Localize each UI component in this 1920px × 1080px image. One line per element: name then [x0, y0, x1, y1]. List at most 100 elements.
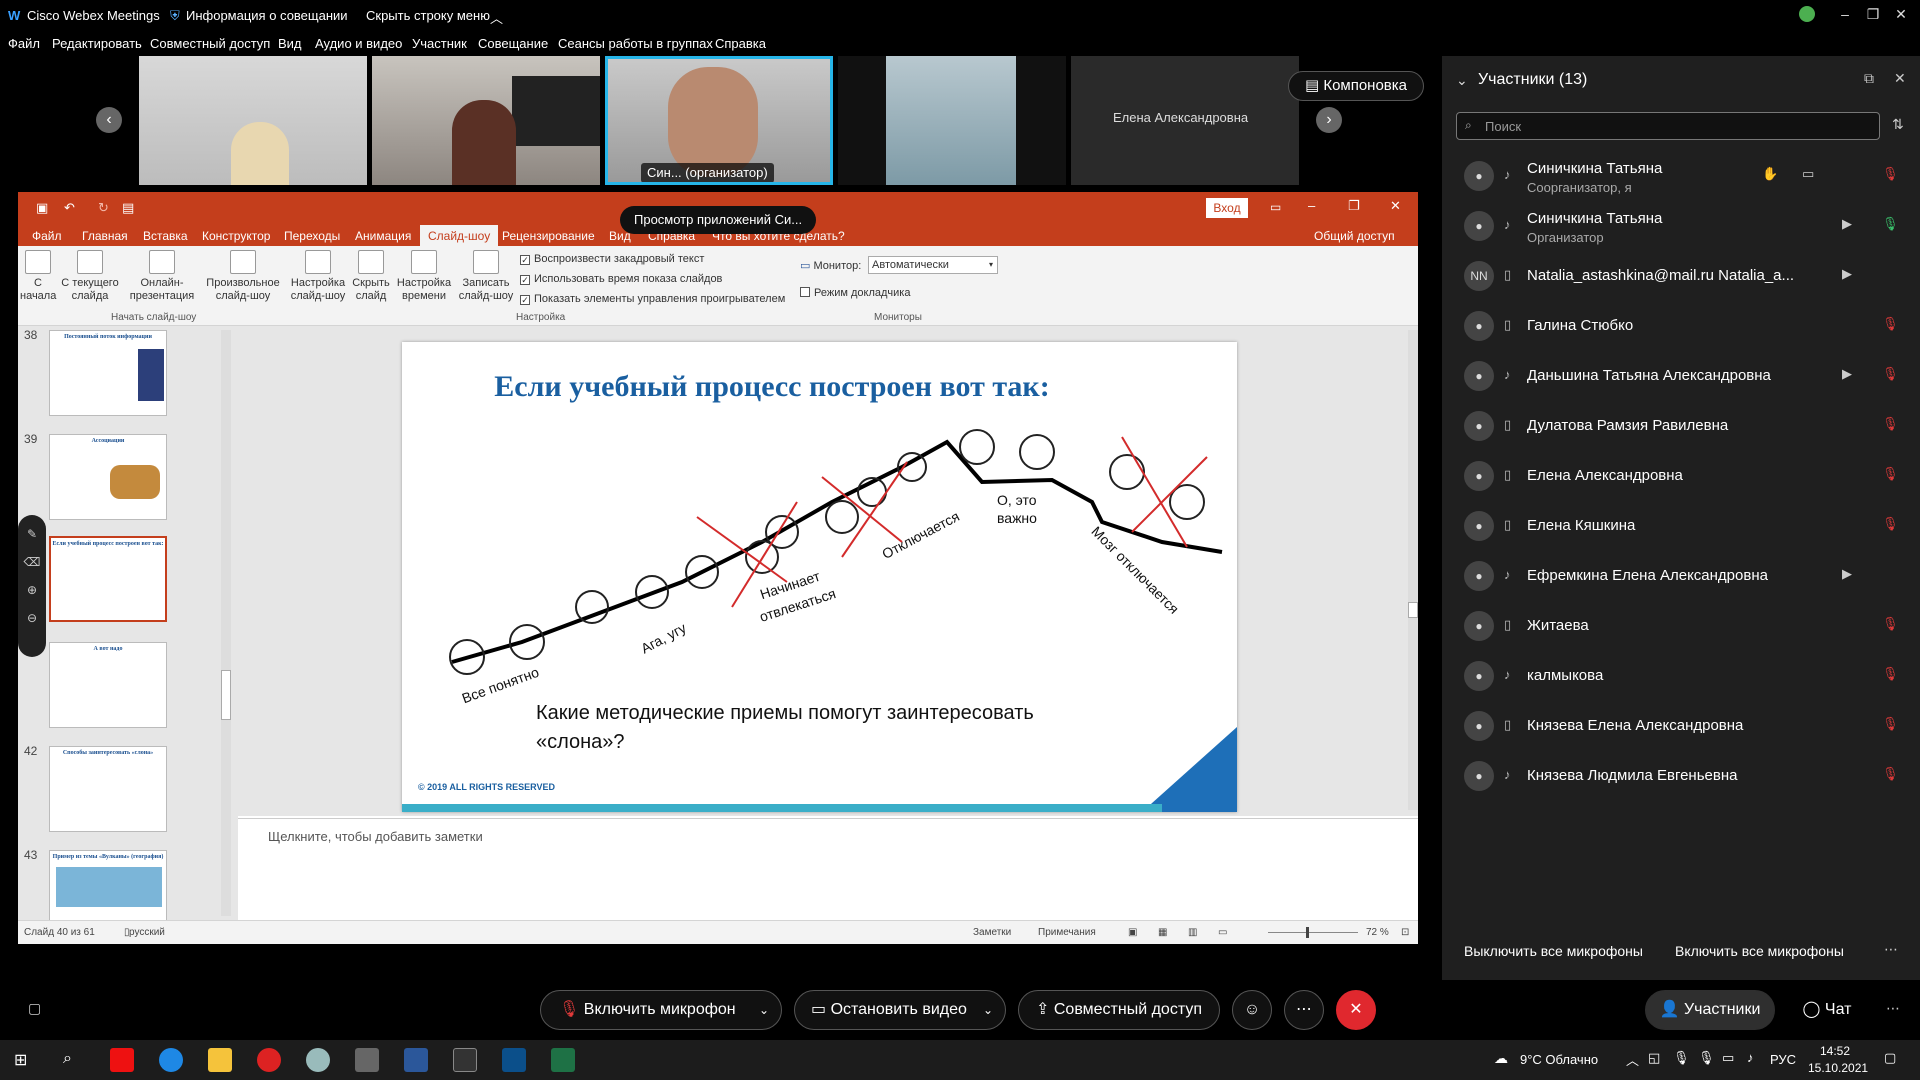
notes-toggle[interactable]: Заметки: [973, 927, 1011, 938]
slide-scrollbar-handle[interactable]: [1408, 602, 1418, 618]
mic-muted-icon[interactable]: 🎙: [1882, 316, 1899, 332]
from-start-button[interactable]: Сначала: [20, 250, 56, 303]
eraser-icon[interactable]: ⌫: [18, 555, 46, 569]
more-options-icon[interactable]: ⋯: [1884, 941, 1898, 958]
excel-icon[interactable]: [551, 1048, 575, 1072]
participant-row[interactable]: ● ▯ Галина Стюбко 🎙: [1442, 301, 1920, 351]
mic-muted-icon[interactable]: 🎙: [1882, 366, 1899, 382]
tray-mic-icon[interactable]: 🎙: [1698, 1050, 1715, 1066]
slide-thumb-41[interactable]: А вот надо: [49, 642, 167, 728]
webex-taskbar-icon[interactable]: [502, 1048, 526, 1072]
chevron-up-icon[interactable]: ︿: [490, 8, 503, 27]
hide-menu-button[interactable]: Скрыть строку меню: [366, 8, 490, 23]
ribbon-display-icon[interactable]: ▭: [1270, 200, 1281, 214]
tab-animation[interactable]: Анимация: [355, 229, 411, 243]
menu-breakout[interactable]: Сеансы работы в группах: [558, 36, 713, 51]
stop-video-button[interactable]: ▭ Остановить видео ⌄: [794, 990, 1006, 1030]
camera-icon[interactable]: ▶: [1842, 216, 1852, 232]
language-status[interactable]: русский: [129, 927, 165, 938]
tab-review[interactable]: Рецензирование: [502, 229, 595, 243]
clock-time[interactable]: 14:52: [1820, 1044, 1850, 1058]
menu-view[interactable]: Вид: [278, 36, 302, 51]
folder-icon[interactable]: [208, 1048, 232, 1072]
ppt-close-icon[interactable]: ✕: [1390, 198, 1401, 214]
mic-muted-icon[interactable]: 🎙: [1882, 516, 1899, 532]
narration-checkbox[interactable]: ✓ Воспроизвести закадровый текст: [520, 253, 704, 265]
search-icon[interactable]: ⌕: [63, 1050, 72, 1068]
thumb-scrollbar[interactable]: [221, 330, 231, 916]
slide-scrollbar[interactable]: [1408, 330, 1418, 810]
slide-thumb-40-selected[interactable]: Если учебный процесс построен вот так:: [49, 536, 167, 622]
current-slide[interactable]: Если учебный процесс построен вот так: В…: [402, 342, 1237, 812]
sort-icon[interactable]: ⇅: [1892, 116, 1904, 133]
mic-muted-icon[interactable]: 🎙: [1882, 416, 1899, 432]
online-presentation-button[interactable]: Онлайн-презентация: [124, 250, 200, 303]
mic-muted-icon[interactable]: 🎙: [1882, 766, 1899, 782]
participant-row[interactable]: ● ♪ Синичкина Татьяна Соорганизатор, я ✋ ▭ 🎙: [1442, 151, 1920, 201]
mic-muted-icon[interactable]: 🎙: [1882, 616, 1899, 632]
mic-muted-icon[interactable]: 🎙: [1882, 666, 1899, 682]
raise-hand-icon[interactable]: ✋: [1762, 166, 1778, 182]
rehearse-timing-button[interactable]: Настройка времени: [394, 250, 454, 303]
save-icon[interactable]: ▣: [36, 200, 48, 216]
participant-row[interactable]: ● ▯ Житаева 🎙: [1442, 601, 1920, 651]
ppt-restore-icon[interactable]: ❐: [1348, 198, 1360, 214]
tab-design[interactable]: Конструктор: [202, 229, 270, 243]
close-panel-icon[interactable]: ✕: [1894, 70, 1906, 87]
custom-slideshow-button[interactable]: Произвольное слайд-шоу: [202, 250, 284, 303]
prev-video-button[interactable]: ‹: [96, 107, 122, 133]
slide-thumb-39[interactable]: Ассоциации: [49, 434, 167, 520]
tray-chevron-icon[interactable]: ︿: [1626, 1050, 1639, 1069]
undo-icon[interactable]: ↶: [64, 200, 75, 216]
leave-meeting-button[interactable]: ✕: [1336, 990, 1376, 1030]
menu-audio-video[interactable]: Аудио и видео: [315, 36, 402, 51]
mic-muted-icon[interactable]: 🎙: [1882, 466, 1899, 482]
menu-participant[interactable]: Участник: [412, 36, 467, 51]
participant-row[interactable]: ● ♪ калмыкова 🎙: [1442, 651, 1920, 701]
participant-row[interactable]: NN ▯ Natalia_astashkina@mail.ru Natalia_a.…: [1442, 251, 1920, 301]
zoom-slider[interactable]: [1268, 927, 1358, 938]
tab-file[interactable]: Файл: [32, 229, 62, 243]
clock-date[interactable]: 15.10.2021: [1808, 1061, 1868, 1075]
more-button[interactable]: ⋯: [1284, 990, 1324, 1030]
tray-mic-icon[interactable]: 🎙: [1673, 1050, 1690, 1066]
ppt-minimize-icon[interactable]: –: [1308, 198, 1315, 213]
mic-muted-icon[interactable]: 🎙: [1882, 166, 1899, 182]
menu-file[interactable]: Файл: [8, 36, 40, 51]
reactions-button[interactable]: ☺: [1232, 990, 1272, 1030]
close-icon[interactable]: ✕: [1884, 0, 1918, 30]
popout-icon[interactable]: ⧉: [1864, 70, 1874, 87]
participant-row[interactable]: ● ♪ Даньшина Татьяна Александровна ▶ 🎙: [1442, 351, 1920, 401]
zoom-slider-handle[interactable]: [1306, 927, 1309, 938]
next-video-button[interactable]: ›: [1316, 107, 1342, 133]
network-icon[interactable]: ▭: [1722, 1050, 1734, 1066]
paint-icon[interactable]: [306, 1048, 330, 1072]
chevron-down-icon[interactable]: ⌄: [759, 991, 769, 1029]
caption-icon[interactable]: ▭: [1802, 166, 1814, 182]
participants-toggle-button[interactable]: 👤 Участники: [1645, 990, 1775, 1030]
fit-slide-icon[interactable]: ⊡: [1401, 927, 1409, 938]
participant-row[interactable]: ● ♪ Князева Людмила Евгеньевна 🎙: [1442, 751, 1920, 801]
video-tile-name[interactable]: Елена Александровна: [1071, 56, 1299, 185]
zoom-level[interactable]: 72 %: [1366, 927, 1389, 938]
chevron-down-icon[interactable]: ⌄: [983, 991, 993, 1029]
comments-toggle[interactable]: Примечания: [1038, 927, 1096, 938]
mic-active-icon[interactable]: 🎙: [1882, 216, 1899, 232]
participant-row[interactable]: ● ▯ Елена Кяшкина 🎙: [1442, 501, 1920, 551]
video-tile-organizer[interactable]: Син... (организатор): [605, 56, 833, 185]
media-controls-checkbox[interactable]: ✓ Показать элементы управления проигрыват…: [520, 293, 785, 305]
video-tile-1[interactable]: [139, 56, 367, 185]
volume-icon[interactable]: ♪: [1747, 1050, 1754, 1065]
yandex-icon[interactable]: [257, 1048, 281, 1072]
pen-icon[interactable]: ✎: [18, 527, 46, 541]
participant-row[interactable]: ● ♪ Ефремкина Елена Александровна ▶: [1442, 551, 1920, 601]
thumb-scrollbar-handle[interactable]: [221, 670, 231, 720]
sign-in-button[interactable]: Вход: [1206, 198, 1248, 218]
camera-icon[interactable]: ▶: [1842, 566, 1852, 582]
tab-transitions[interactable]: Переходы: [284, 229, 340, 243]
notification-icon[interactable]: ▢: [1884, 1050, 1896, 1066]
mic-muted-icon[interactable]: 🎙: [1882, 716, 1899, 732]
from-current-button[interactable]: С текущего слайда: [58, 250, 122, 303]
meeting-info-link[interactable]: Информация о совещании: [186, 8, 348, 23]
sorter-view-icon[interactable]: ▦: [1158, 927, 1167, 938]
